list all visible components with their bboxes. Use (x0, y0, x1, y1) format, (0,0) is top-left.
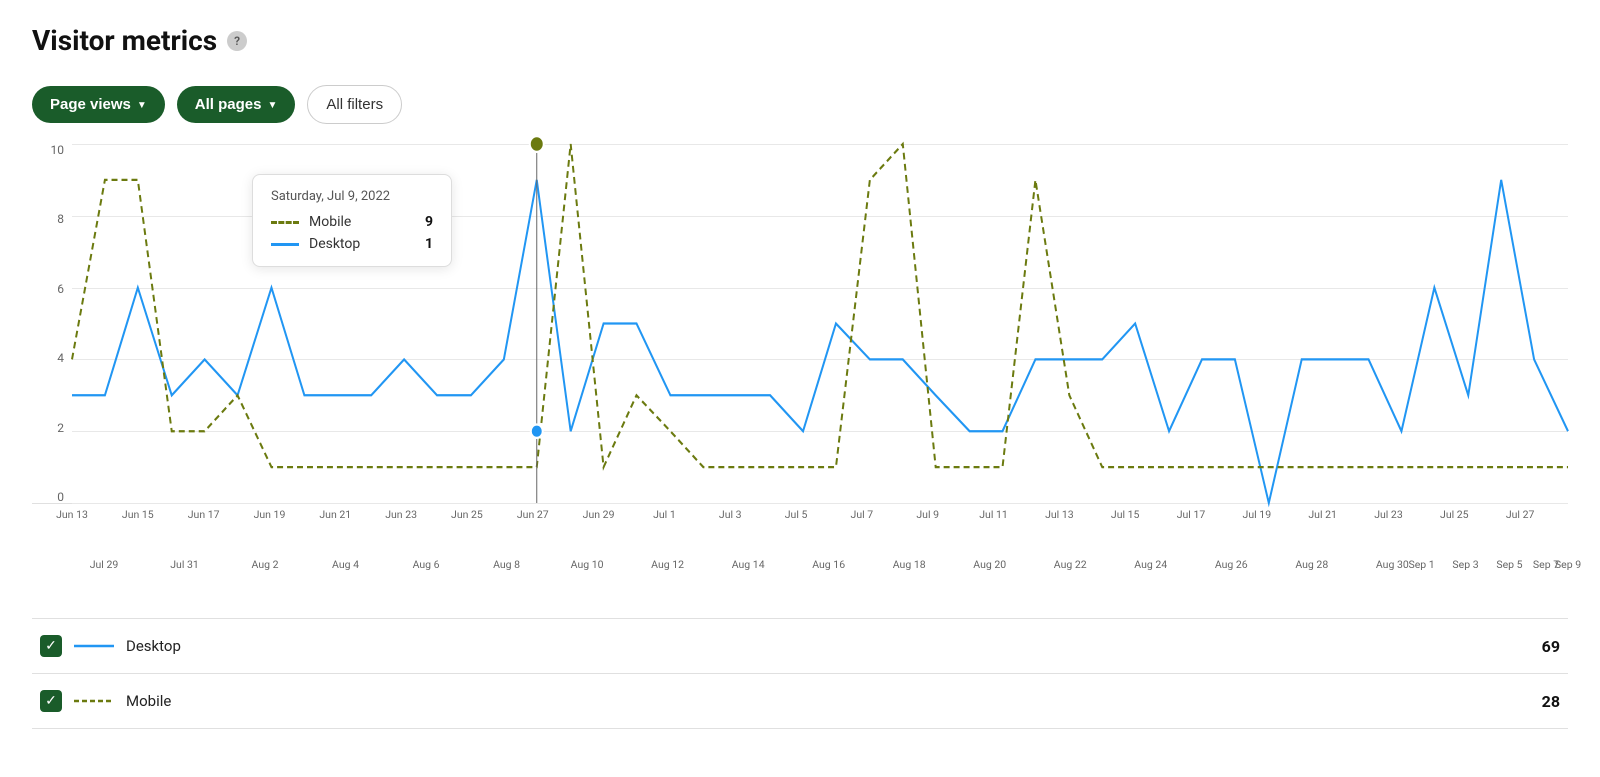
tooltip-mobile-line (271, 221, 299, 224)
x-label-aug8: Aug 8 (493, 558, 520, 571)
toolbar: Page views ▼ All pages ▼ All filters (32, 85, 1568, 124)
x-label-aug20: Aug 20 (973, 558, 1006, 571)
page-views-label: Page views (50, 96, 131, 113)
tooltip-mobile-value: 9 (425, 214, 433, 230)
x-label-jul5: Jul 5 (785, 508, 808, 521)
x-label-aug22: Aug 22 (1054, 558, 1087, 571)
x-label-aug28: Aug 28 (1295, 558, 1328, 571)
x-label-jun23: Jun 23 (385, 508, 417, 521)
x-label-sep1: Sep 1 (1408, 558, 1434, 571)
mobile-legend-count: 28 (1542, 692, 1560, 711)
tooltip-desktop-line (271, 243, 299, 246)
x-label-aug14: Aug 14 (732, 558, 765, 571)
y-axis: 10 8 6 4 2 0 (32, 144, 72, 503)
y-label-10: 10 (32, 144, 64, 156)
x-label-jun17: Jun 17 (188, 508, 220, 521)
x-axis: Jun 13 Jun 15 Jun 17 Jun 19 Jun 21 Jun 2… (72, 508, 1568, 558)
tooltip-date: Saturday, Jul 9, 2022 (271, 189, 433, 204)
mobile-dot (530, 136, 544, 152)
tooltip-desktop-label: Desktop (309, 236, 415, 252)
x-axis-row2: Jul 29 Jul 31 Aug 2 Aug 4 Aug 6 Aug 8 Au… (104, 558, 1568, 578)
x-label-sep5: Sep 5 (1496, 558, 1522, 571)
page-views-button[interactable]: Page views ▼ (32, 86, 165, 123)
desktop-line-icon (74, 644, 114, 648)
x-label-jul19: Jul 19 (1243, 508, 1272, 521)
x-label-aug18: Aug 18 (893, 558, 926, 571)
x-label-jul27: Jul 27 (1506, 508, 1535, 521)
x-label-jul11: Jul 11 (979, 508, 1008, 521)
page-header: Visitor metrics ? (32, 24, 1568, 57)
y-label-0: 0 (32, 491, 64, 503)
grid-line-0 (72, 503, 1568, 504)
chart-container: 10 8 6 4 2 0 (32, 144, 1568, 564)
y-label-6: 6 (32, 283, 64, 295)
x-label-jun27: Jun 27 (517, 508, 549, 521)
page-views-arrow-icon: ▼ (137, 100, 147, 111)
check-icon: ✓ (45, 639, 57, 653)
x-label-jul25: Jul 25 (1440, 508, 1469, 521)
tooltip-desktop-row: Desktop 1 (271, 236, 433, 252)
x-label-jul17: Jul 17 (1177, 508, 1206, 521)
chart-tooltip: Saturday, Jul 9, 2022 Mobile 9 Desktop 1 (252, 174, 452, 267)
x-label-jul15: Jul 15 (1111, 508, 1140, 521)
desktop-dot (531, 424, 543, 437)
legend-desktop-item: ✓ Desktop 69 (32, 619, 1568, 674)
x-label-sep3: Sep 3 (1452, 558, 1478, 571)
x-label-aug10: Aug 10 (571, 558, 604, 571)
x-label-jul31: Jul 31 (170, 558, 199, 571)
check-icon-2: ✓ (45, 694, 57, 708)
x-label-jul3: Jul 3 (719, 508, 742, 521)
tooltip-mobile-label: Mobile (309, 214, 415, 230)
page-title: Visitor metrics (32, 24, 217, 57)
tooltip-mobile-row: Mobile 9 (271, 214, 433, 230)
y-label-2: 2 (32, 422, 64, 434)
x-label-aug2: Aug 2 (252, 558, 279, 571)
x-label-sep9: Sep 9 (1555, 558, 1581, 571)
all-pages-label: All pages (195, 96, 262, 113)
x-label-aug30: Aug 30 (1376, 558, 1409, 571)
x-label-jul23: Jul 23 (1374, 508, 1403, 521)
chart-plot-area: Saturday, Jul 9, 2022 Mobile 9 Desktop 1 (72, 144, 1568, 503)
mobile-checkbox[interactable]: ✓ (40, 690, 62, 712)
all-pages-button[interactable]: All pages ▼ (177, 86, 296, 123)
x-label-jul29: Jul 29 (90, 558, 119, 571)
x-label-aug24: Aug 24 (1134, 558, 1167, 571)
x-label-aug16: Aug 16 (812, 558, 845, 571)
x-label-jun19: Jun 19 (254, 508, 286, 521)
legend-mobile-item: ✓ Mobile 28 (32, 674, 1568, 729)
mobile-line-indicator (74, 699, 114, 703)
desktop-checkbox[interactable]: ✓ (40, 635, 62, 657)
chart-area: 10 8 6 4 2 0 (32, 144, 1568, 504)
y-label-4: 4 (32, 352, 64, 364)
x-label-jul13: Jul 13 (1045, 508, 1074, 521)
desktop-legend-label: Desktop (126, 637, 1530, 655)
desktop-line-indicator (74, 644, 114, 648)
x-label-aug6: Aug 6 (413, 558, 440, 571)
x-label-jun13: Jun 13 (56, 508, 88, 521)
x-label-jun29: Jun 29 (583, 508, 615, 521)
x-label-aug12: Aug 12 (651, 558, 684, 571)
x-label-jul7: Jul 7 (851, 508, 874, 521)
desktop-legend-count: 69 (1542, 637, 1560, 656)
x-label-jun15: Jun 15 (122, 508, 154, 521)
x-label-jun25: Jun 25 (451, 508, 483, 521)
mobile-line-icon (74, 699, 114, 703)
x-label-aug4: Aug 4 (332, 558, 359, 571)
x-label-aug26: Aug 26 (1215, 558, 1248, 571)
all-pages-arrow-icon: ▼ (267, 100, 277, 111)
x-label-jul1: Jul 1 (653, 508, 676, 521)
tooltip-desktop-value: 1 (425, 236, 433, 252)
x-label-jul9: Jul 9 (916, 508, 939, 521)
help-icon[interactable]: ? (227, 31, 247, 51)
all-filters-button[interactable]: All filters (307, 85, 402, 124)
mobile-legend-label: Mobile (126, 692, 1530, 710)
x-label-jun21: Jun 21 (319, 508, 351, 521)
all-filters-label: All filters (326, 96, 383, 113)
legend-section: ✓ Desktop 69 ✓ Mobile 28 (32, 618, 1568, 729)
x-label-jul21: Jul 21 (1308, 508, 1337, 521)
y-label-8: 8 (32, 213, 64, 225)
